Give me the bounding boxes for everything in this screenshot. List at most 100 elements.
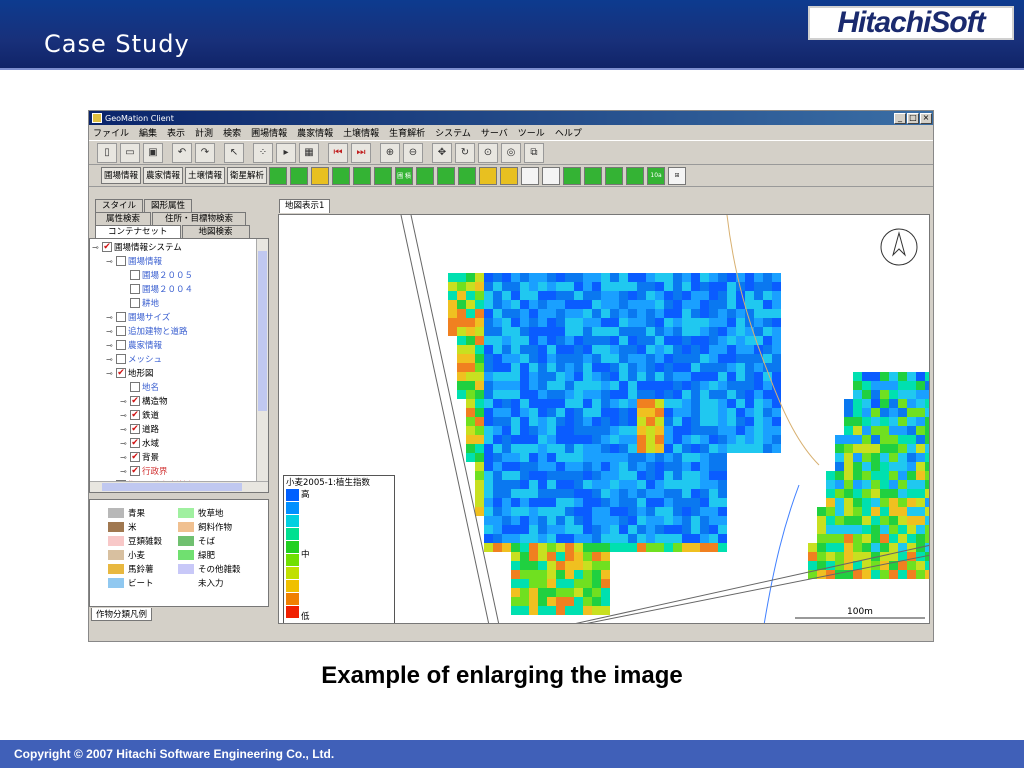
- last-frame-icon[interactable]: ⏭: [351, 142, 371, 163]
- grid-layout-icon[interactable]: ⊞: [668, 166, 687, 185]
- expand-toggle-icon[interactable]: ⊸: [120, 397, 130, 406]
- field-tool-icon-17[interactable]: [626, 166, 645, 185]
- layer-checkbox[interactable]: [116, 256, 126, 266]
- layer-checkbox[interactable]: ✔: [130, 452, 140, 462]
- layer-checkbox[interactable]: ✔: [102, 242, 112, 252]
- expand-toggle-icon[interactable]: ⊸: [106, 327, 116, 336]
- point-select-icon[interactable]: ⁘: [253, 142, 273, 163]
- field-tool-icon-5[interactable]: [353, 166, 372, 185]
- field-area-icon[interactable]: 圃 積: [395, 166, 414, 185]
- zoom-area-icon[interactable]: ◎: [501, 142, 521, 163]
- full-extent-icon[interactable]: ⧉: [524, 142, 544, 163]
- tab-style[interactable]: スタイル: [95, 199, 144, 212]
- menu-help[interactable]: ヘルプ: [555, 126, 582, 139]
- area-select-icon[interactable]: ▦: [299, 142, 319, 163]
- tree-item[interactable]: 地名: [90, 380, 268, 394]
- menu-measure[interactable]: 計測: [195, 126, 213, 139]
- menu-search[interactable]: 検索: [223, 126, 241, 139]
- field-tool-icon-7[interactable]: [416, 166, 435, 185]
- layer-checkbox[interactable]: [130, 382, 140, 392]
- tree-vertical-scrollbar[interactable]: [256, 239, 268, 492]
- expand-toggle-icon[interactable]: ⊸: [92, 243, 102, 252]
- menu-file[interactable]: ファイル: [93, 126, 129, 139]
- tree-item[interactable]: 圃場２００４: [90, 282, 268, 296]
- maximize-button[interactable]: □: [907, 112, 919, 124]
- menu-view[interactable]: 表示: [167, 126, 185, 139]
- map-view[interactable]: 100m 小麦2005-1:植生指数 高 中 低: [278, 214, 930, 624]
- tree-item[interactable]: ⊸ ✔ 構造物: [90, 394, 268, 408]
- layer-checkbox[interactable]: ✔: [130, 466, 140, 476]
- satellite-analysis-button[interactable]: 衛星解析: [227, 167, 268, 184]
- tree-item[interactable]: ⊸ 農家情報: [90, 338, 268, 352]
- tree-item[interactable]: 耕地: [90, 296, 268, 310]
- menu-edit[interactable]: 編集: [139, 126, 157, 139]
- soil-info-button[interactable]: 土壌情報: [185, 167, 226, 184]
- tree-item[interactable]: ⊸ ✔ 地形図: [90, 366, 268, 380]
- tab-map-view-1[interactable]: 地図表示1: [279, 199, 331, 213]
- expand-toggle-icon[interactable]: ⊸: [106, 341, 116, 350]
- first-frame-icon[interactable]: ⏮: [328, 142, 348, 163]
- menu-farmer-info[interactable]: 農家情報: [297, 126, 333, 139]
- close-button[interactable]: ×: [920, 112, 932, 124]
- menu-soil-info[interactable]: 土壌情報: [343, 126, 379, 139]
- field-tool-icon-15[interactable]: [584, 166, 603, 185]
- undo-icon[interactable]: ↶: [172, 142, 192, 163]
- tab-attribute-search[interactable]: 属性検索: [95, 212, 152, 225]
- new-document-icon[interactable]: ▯: [97, 142, 117, 163]
- expand-toggle-icon[interactable]: ⊸: [120, 411, 130, 420]
- open-document-icon[interactable]: ▭: [120, 142, 140, 163]
- zoom-tool-icon[interactable]: ⊙: [478, 142, 498, 163]
- field-info-button[interactable]: 圃場情報: [101, 167, 142, 184]
- dropdown-arrow-icon[interactable]: ▸: [276, 142, 296, 163]
- tree-item[interactable]: ⊸ ✔ 圃場情報システム: [90, 240, 268, 254]
- field-tool-icon-9[interactable]: [458, 166, 477, 185]
- field-tool-icon-6[interactable]: [374, 166, 393, 185]
- minimize-button[interactable]: _: [894, 112, 906, 124]
- expand-toggle-icon[interactable]: ⊸: [120, 467, 130, 476]
- tab-crop-legend[interactable]: 作物分類凡例: [91, 608, 153, 621]
- tree-item[interactable]: ⊸ 圃場サイズ: [90, 310, 268, 324]
- layer-checkbox[interactable]: ✔: [116, 368, 126, 378]
- tree-item[interactable]: 圃場２００５: [90, 268, 268, 282]
- field-tool-icon-14[interactable]: [563, 166, 582, 185]
- field-tool-icon-8[interactable]: [437, 166, 456, 185]
- expand-toggle-icon[interactable]: ⊸: [120, 439, 130, 448]
- layer-checkbox[interactable]: ✔: [130, 424, 140, 434]
- tab-address-search[interactable]: 住所・目標物検索: [152, 212, 247, 225]
- layer-checkbox[interactable]: ✔: [130, 396, 140, 406]
- expand-toggle-icon[interactable]: ⊸: [106, 369, 116, 378]
- expand-toggle-icon[interactable]: ⊸: [120, 453, 130, 462]
- tree-item[interactable]: ⊸ ✔ 行政界: [90, 464, 268, 478]
- tree-item[interactable]: ⊸ 追加建物と道路: [90, 324, 268, 338]
- layer-checkbox[interactable]: [116, 354, 126, 364]
- tab-shape-attributes[interactable]: 図形属性: [144, 199, 193, 212]
- save-icon[interactable]: ▣: [143, 142, 163, 163]
- tree-item[interactable]: ⊸ ✔ 背景: [90, 450, 268, 464]
- ten-are-icon[interactable]: 10a: [647, 166, 666, 185]
- pan-icon[interactable]: ✥: [432, 142, 452, 163]
- farmer-info-button[interactable]: 農家情報: [143, 167, 184, 184]
- expand-toggle-icon[interactable]: ⊸: [120, 425, 130, 434]
- menu-server[interactable]: サーバ: [481, 126, 508, 139]
- field-tool-icon-2[interactable]: [290, 166, 309, 185]
- layer-checkbox[interactable]: [116, 312, 126, 322]
- tab-map-search[interactable]: 地図検索: [181, 225, 250, 238]
- zoom-in-icon[interactable]: ⊕: [380, 142, 400, 163]
- field-tool-icon-11[interactable]: [500, 166, 519, 185]
- menu-field-info[interactable]: 圃場情報: [251, 126, 287, 139]
- rotate-icon[interactable]: ↻: [455, 142, 475, 163]
- field-tool-icon-3[interactable]: [311, 166, 330, 185]
- layer-checkbox[interactable]: [116, 326, 126, 336]
- tree-item[interactable]: ⊸ 圃場情報: [90, 254, 268, 268]
- menu-system[interactable]: システム: [435, 126, 471, 139]
- expand-toggle-icon[interactable]: ⊸: [106, 313, 116, 322]
- layer-checkbox[interactable]: ✔: [130, 438, 140, 448]
- redo-icon[interactable]: ↷: [195, 142, 215, 163]
- tree-horizontal-scrollbar[interactable]: [90, 481, 268, 492]
- tree-item[interactable]: ⊸ ✔ 鉄道: [90, 408, 268, 422]
- expand-toggle-icon[interactable]: ⊸: [106, 355, 116, 364]
- layer-checkbox[interactable]: [130, 270, 140, 280]
- field-tool-icon-16[interactable]: [605, 166, 624, 185]
- layer-checkbox[interactable]: [130, 284, 140, 294]
- menu-growth-analysis[interactable]: 生育解析: [389, 126, 425, 139]
